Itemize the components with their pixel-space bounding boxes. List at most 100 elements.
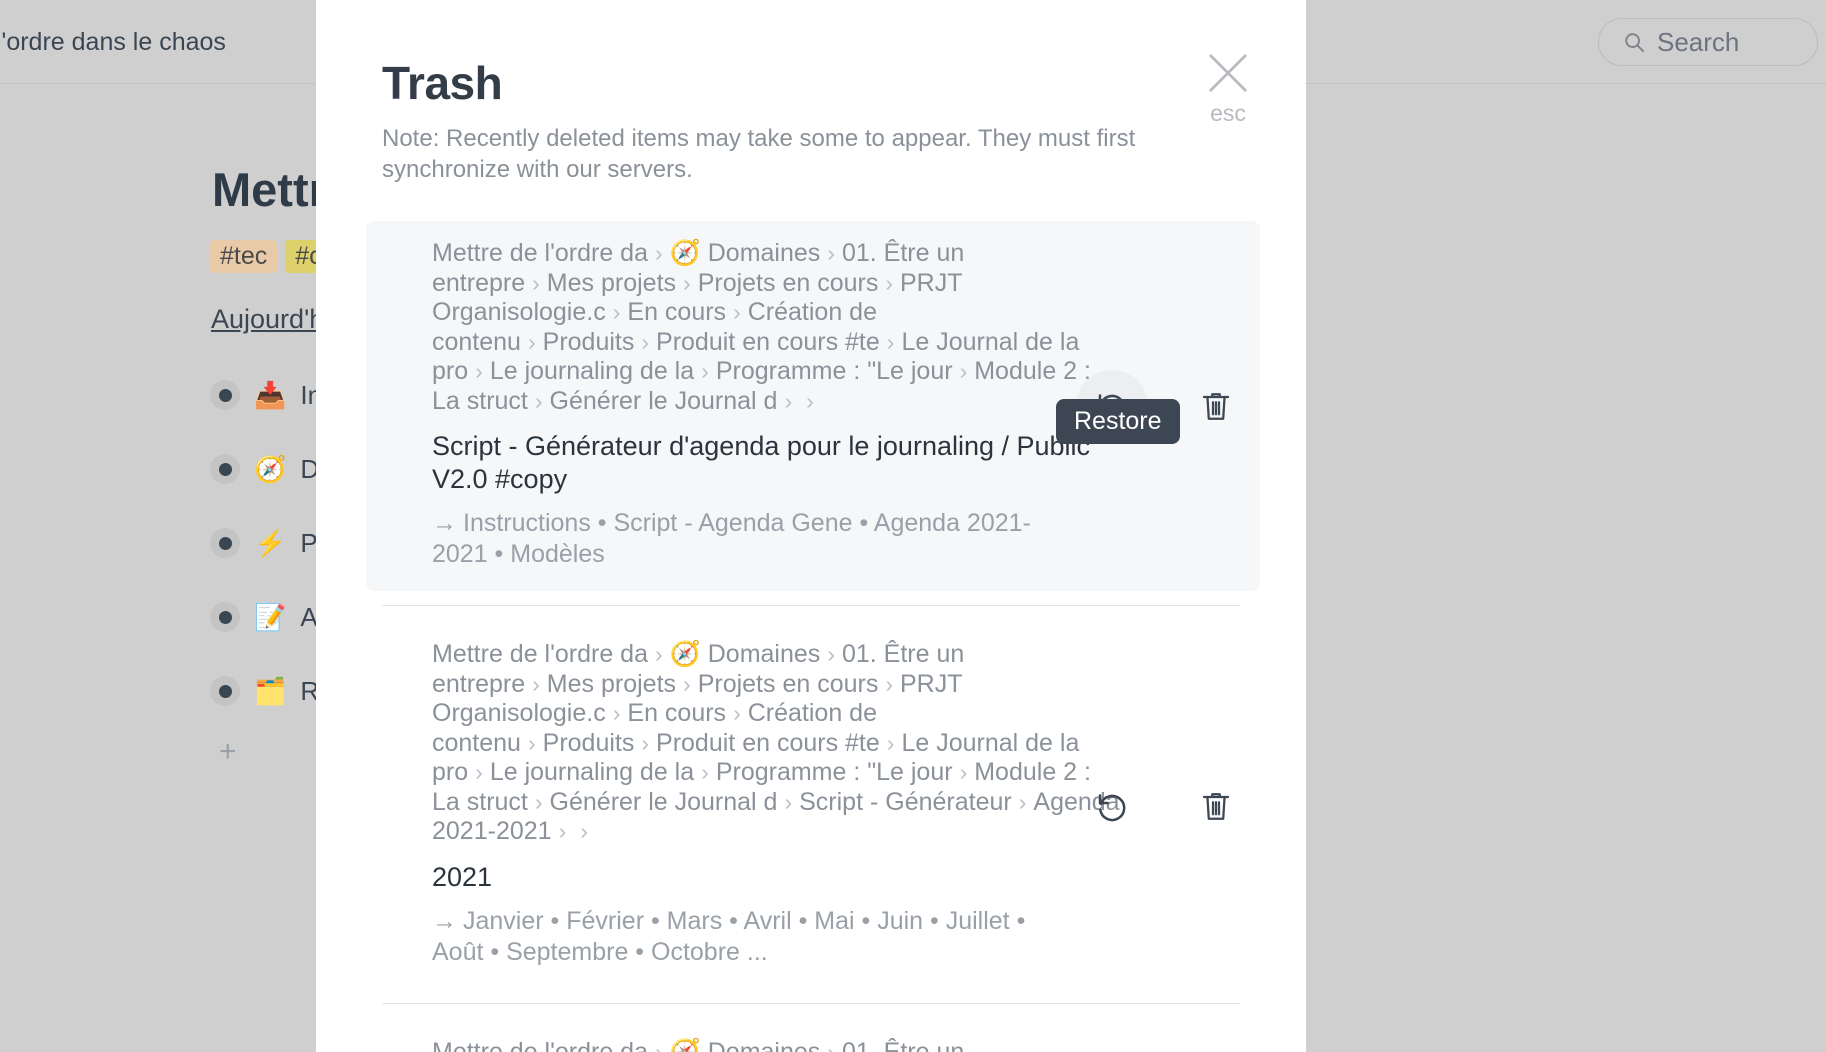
chevron-right-icon: › — [612, 299, 621, 326]
chevron-right-icon: › — [655, 1039, 663, 1052]
restore-tooltip: Restore — [1056, 399, 1180, 445]
bullet-icon[interactable] — [210, 380, 240, 410]
trash-item[interactable]: Mettre de l'ordre da›🧭 Domaines›01. Être… — [366, 1020, 1260, 1052]
breadcrumb-segment[interactable]: Mes projets — [547, 269, 676, 297]
restore-icon — [1098, 793, 1126, 821]
chevron-right-icon: › — [886, 729, 895, 756]
delete-permanently-button[interactable] — [1180, 370, 1252, 442]
lightning-emoji: ⚡ — [254, 528, 287, 558]
breadcrumb-segment[interactable]: Mettre de l'ordre da — [432, 640, 648, 668]
breadcrumb-segment[interactable]: 🧭 Domaines — [670, 239, 821, 267]
bullet-icon[interactable] — [210, 676, 240, 706]
divider — [382, 1003, 1240, 1005]
breadcrumb: Mettre de l'ordre da›🧭 Domaines›01. Être… — [432, 239, 1122, 416]
chevron-right-icon: › — [534, 387, 543, 414]
close-icon[interactable] — [1205, 50, 1251, 96]
trash-item-title: Script - Générateur d'agenda pour le jou… — [432, 431, 1091, 494]
compass-emoji: 🧭 — [254, 454, 287, 484]
breadcrumb-segment[interactable]: Programme : "Le jour — [716, 357, 953, 385]
tag-chip[interactable]: #tec — [210, 240, 278, 273]
chevron-right-icon: › — [959, 358, 968, 385]
chevron-right-icon: › — [806, 387, 814, 414]
restore-button[interactable] — [1076, 770, 1148, 842]
app-breadcrumb: l'ordre dans le chaos — [0, 28, 226, 56]
trash-item[interactable]: Mettre de l'ordre da›🧭 Domaines›01. Être… — [366, 622, 1260, 989]
breadcrumb-segment[interactable]: Mettre de l'ordre da — [432, 239, 648, 267]
chevron-right-icon: › — [959, 759, 968, 786]
chevron-right-icon: › — [558, 818, 567, 845]
page-title: Mettr — [212, 163, 327, 216]
breadcrumb-segment[interactable]: Mettre de l'ordre da — [432, 1038, 648, 1052]
chevron-right-icon: › — [886, 328, 895, 355]
chevron-right-icon: › — [475, 358, 483, 385]
chevron-right-icon: › — [885, 670, 893, 697]
trash-modal: Trash Note: Recently deleted items may t… — [316, 0, 1306, 1052]
chevron-right-icon: › — [827, 240, 835, 267]
breadcrumb-segment[interactable]: Générer le Journal d — [550, 387, 778, 415]
trash-item-subtitle-text: Instructions • Script - Agenda Gene • Ag… — [432, 509, 1031, 568]
trash-icon — [1202, 792, 1230, 820]
breadcrumb-segment[interactable]: 🧭 Domaines — [670, 1038, 821, 1052]
bullet-icon[interactable] — [210, 528, 240, 558]
search-icon — [1625, 33, 1645, 53]
trash-item-subtitle: → Instructions • Script - Agenda Gene • A… — [432, 508, 1072, 569]
breadcrumb-segment[interactable]: Le journaling de la — [490, 357, 694, 385]
chevron-right-icon: › — [784, 788, 793, 815]
chevron-right-icon: › — [655, 641, 663, 668]
trash-item-actions — [1076, 770, 1252, 842]
breadcrumb-segment[interactable]: Projets en cours — [698, 670, 879, 698]
breadcrumb-segment[interactable]: Produits — [543, 729, 635, 757]
bullet-icon[interactable] — [210, 454, 240, 484]
chevron-right-icon: › — [827, 1039, 835, 1052]
breadcrumb-segment[interactable]: Générer le Journal d — [550, 788, 778, 816]
chevron-right-icon: › — [1018, 788, 1027, 815]
breadcrumb-segment[interactable]: Produits — [543, 328, 635, 356]
breadcrumb-segment[interactable]: Script - Générateur — [799, 788, 1012, 816]
breadcrumb-segment[interactable]: Produit en cours #te — [656, 729, 880, 757]
chevron-right-icon: › — [641, 328, 650, 355]
breadcrumb-segment[interactable]: En cours — [627, 699, 726, 727]
chevron-right-icon: › — [683, 269, 691, 296]
breadcrumb: Mettre de l'ordre da›🧭 Domaines›01. Être… — [432, 640, 1122, 847]
chevron-right-icon: › — [612, 700, 621, 727]
search-placeholder: Search — [1657, 26, 1740, 57]
card-index-dividers-emoji: 🗂️ — [254, 676, 287, 706]
search-box[interactable]: Search — [1598, 18, 1818, 66]
arrow-right-icon: → — [432, 509, 457, 538]
trash-item-title: 2021 — [432, 861, 493, 892]
chevron-right-icon: › — [527, 328, 536, 355]
breadcrumb-segment[interactable]: Programme : "Le jour — [716, 758, 953, 786]
inbox-tray-emoji: 📥 — [254, 380, 287, 410]
modal-note: Note: Recently deleted items may take so… — [382, 125, 1136, 183]
chevron-right-icon: › — [885, 269, 893, 296]
trash-item-list: Mettre de l'ordre da › 🧭 Domaines › 01. Être… — [316, 221, 1306, 1052]
chevron-right-icon: › — [532, 269, 540, 296]
breadcrumb-segment[interactable]: Le journaling de la — [490, 758, 694, 786]
chevron-right-icon: › — [733, 700, 741, 727]
breadcrumb-segment[interactable]: En cours — [627, 298, 726, 326]
delete-permanently-button[interactable] — [1180, 770, 1252, 842]
trash-item[interactable]: Mettre de l'ordre da›🧭 Domaines›01. Être… — [366, 221, 1260, 592]
chevron-right-icon: › — [655, 240, 663, 267]
chevron-right-icon: › — [784, 387, 793, 414]
close-esc-label: esc — [1210, 100, 1246, 126]
chevron-right-icon: › — [534, 788, 543, 815]
breadcrumb-segment[interactable]: Produit en cours #te — [656, 328, 880, 356]
breadcrumb-segment[interactable]: Projets en cours — [698, 269, 879, 297]
chevron-right-icon: › — [580, 818, 588, 845]
divider — [382, 605, 1240, 607]
bullet-icon[interactable] — [210, 602, 240, 632]
chevron-right-icon: › — [733, 299, 741, 326]
chevron-right-icon: › — [475, 759, 483, 786]
chevron-right-icon: › — [641, 729, 650, 756]
chevron-right-icon: › — [701, 358, 709, 385]
today-link[interactable]: Aujourd'h — [211, 304, 324, 335]
breadcrumb-segment[interactable]: Mes projets — [547, 670, 676, 698]
chevron-right-icon: › — [827, 641, 835, 668]
breadcrumb-segment[interactable]: 🧭 Domaines — [670, 640, 821, 668]
add-item-button[interactable]: + — [219, 737, 237, 767]
chevron-right-icon: › — [527, 729, 536, 756]
trash-item-subtitle: → Janvier • Février • Mars • Avril • Mai … — [432, 906, 1072, 967]
close-button[interactable]: esc — [1198, 50, 1258, 127]
trash-icon — [1202, 393, 1230, 421]
